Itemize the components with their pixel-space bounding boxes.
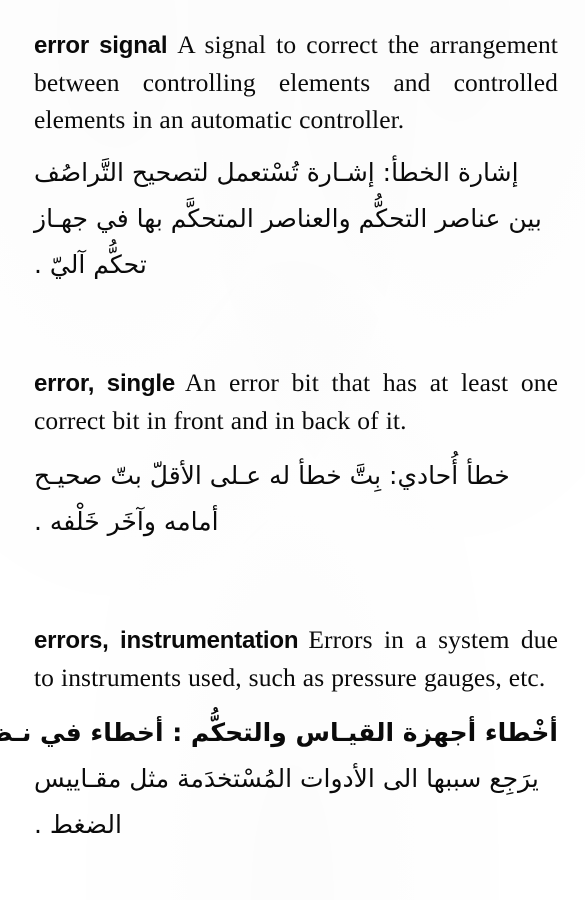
arabic-line: أخْطاء أجهزة القيـاس والتحكُّم : أخطاء ف… (0, 718, 558, 747)
arabic-line: أمامه وآخَر خَلْفه . (34, 507, 219, 536)
arabic-line: إشارة الخطأ: إشـارة تُسْتعمل لتصحيح التَ… (34, 158, 519, 187)
arabic-translation-block: خطأ أُحادي: بِتَّ خطأ له عـلى الأقلّ بتّ… (34, 453, 558, 545)
arabic-line: بين عناصر التحكُّم والعناصر المتحكَّم به… (34, 204, 542, 233)
arabic-line: الضغط . (34, 810, 122, 839)
arabic-line: خطأ أُحادي: بِتَّ خطأ له عـلى الأقلّ بتّ… (34, 461, 510, 490)
dictionary-entry: errors, instrumentation Errors in a syste… (0, 621, 558, 848)
english-definition-block: error, single An error bit that has at le… (34, 364, 558, 439)
arabic-line: تحكُّم آليّ . (34, 250, 147, 279)
dictionary-entry: error signal A signal to correct the arra… (34, 26, 558, 288)
english-definition-block: error signal A signal to correct the arra… (34, 26, 558, 138)
english-headword: error, single (34, 370, 175, 397)
english-headword: error signal (34, 32, 168, 59)
arabic-translation-block: إشارة الخطأ: إشـارة تُسْتعمل لتصحيح التَ… (34, 150, 558, 288)
dictionary-page: error signal A signal to correct the arra… (0, 0, 585, 900)
arabic-line: يرَجِع سببها الى الأدوات المُسْتخدَمة مث… (34, 764, 539, 793)
english-definition-block: errors, instrumentation Errors in a syste… (34, 621, 558, 696)
english-headword: errors, instrumentation (34, 627, 299, 654)
arabic-translation-block: أخْطاء أجهزة القيـاس والتحكُّم : أخطاء ف… (0, 710, 558, 848)
dictionary-entry: error, single An error bit that has at le… (34, 364, 558, 545)
